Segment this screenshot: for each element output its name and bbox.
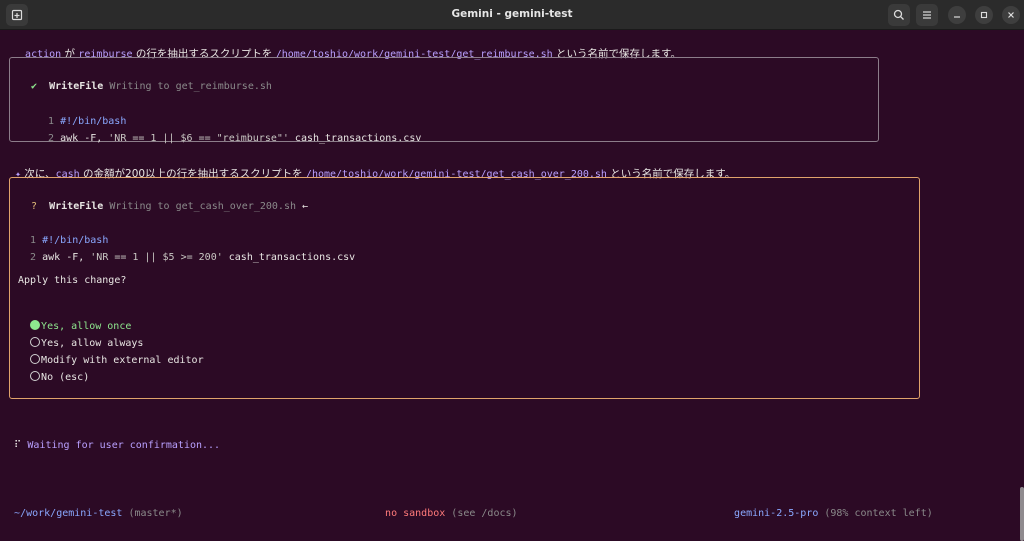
search-button[interactable] [888, 4, 910, 26]
status-text: Waiting for user confirmation... [27, 440, 221, 451]
minimize-button[interactable] [948, 6, 966, 24]
tool-header: ✔ WriteFile Writing to get_reimburse.sh [19, 70, 272, 92]
minimize-icon [954, 16, 960, 18]
status-line: ⠏ Waiting for user confirmation... [2, 429, 220, 451]
sandbox-hint: (see /docs) [451, 508, 518, 519]
tool-header: ? WriteFile Writing to get_cash_over_200… [19, 190, 308, 212]
option-label: No (esc) [41, 372, 90, 383]
line-number: 2 [48, 133, 55, 144]
close-button[interactable] [1002, 6, 1020, 24]
footer-model: gemini-2.5-pro (98% context left) [722, 497, 933, 519]
code-text: cash_transactions.csv [288, 133, 422, 144]
radio-icon [30, 371, 41, 381]
arrow-left-icon: ← [302, 201, 309, 212]
hamburger-icon [923, 11, 931, 19]
check-icon: ✔ [31, 81, 38, 92]
apply-prompt: Apply this change? [18, 275, 127, 286]
scrollbar[interactable] [1020, 487, 1024, 541]
tool-name: WriteFile [49, 201, 104, 212]
footer-cwd: ~/work/gemini-test (master*) [2, 497, 183, 519]
code-string: 'NR == 1 || $5 >= 200' [90, 252, 223, 263]
title-bar: Gemini - gemini-test [0, 0, 1024, 30]
code-line: 2 awk -F, 'NR == 1 || $5 >= 200' cash_tr… [18, 241, 355, 263]
tool-description: Writing to get_reimburse.sh [109, 81, 272, 92]
maximize-icon [980, 11, 988, 19]
model-name: gemini-2.5-pro [734, 508, 819, 519]
code-line: 2 awk -F, 'NR == 1 || $6 == "reimburse"'… [36, 122, 421, 144]
maximize-button[interactable] [975, 6, 993, 24]
context-left: (98% context left) [824, 508, 933, 519]
code-text: cash_transactions.csv [222, 252, 356, 263]
footer-sandbox: no sandbox (see /docs) [373, 497, 518, 519]
sandbox-status: no sandbox [385, 508, 446, 519]
code-string: 'NR == 1 || $6 == "reimburse"' [108, 133, 289, 144]
cwd-path: ~/work/gemini-test [14, 508, 123, 519]
code-text: awk -F, [60, 133, 109, 144]
git-branch: (master*) [128, 508, 183, 519]
menu-button[interactable] [916, 4, 938, 26]
question-icon: ? [31, 201, 38, 212]
spinner-icon: ⠏ [14, 440, 22, 451]
close-icon [1008, 12, 1014, 18]
search-icon [893, 9, 904, 20]
option-no[interactable]: No (esc) [18, 360, 89, 383]
code-text: awk -F, [42, 252, 91, 263]
window-title: Gemini - gemini-test [451, 8, 573, 20]
tool-description: Writing to get_cash_over_200.sh [109, 201, 296, 212]
line-number: 2 [30, 252, 37, 263]
tool-name: WriteFile [49, 81, 104, 92]
